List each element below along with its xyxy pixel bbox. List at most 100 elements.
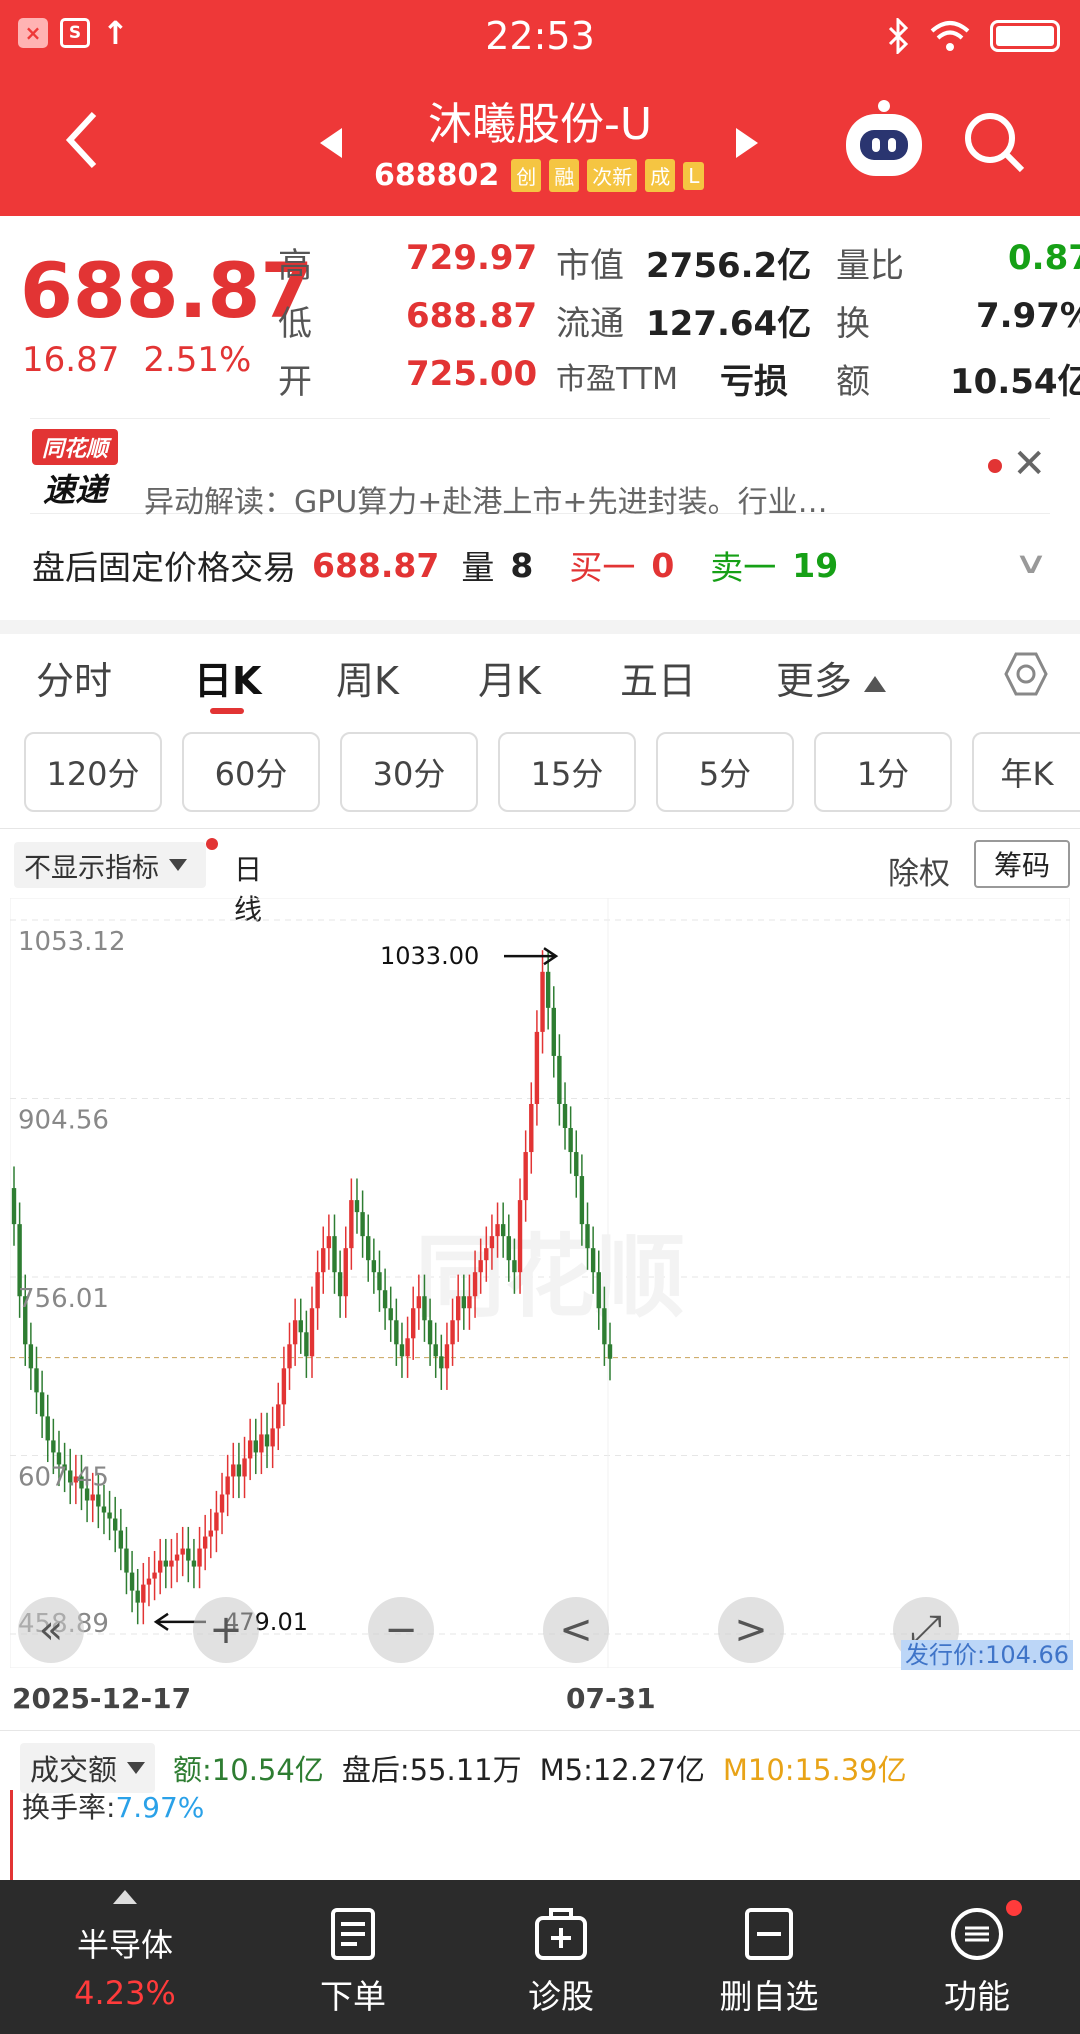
candle-body (585, 1224, 590, 1249)
candle-body (39, 1392, 45, 1417)
bottom-nav: 半导体 4.23% 下单 诊股 删自选 功能 (0, 1880, 1080, 2034)
candle-body (259, 1434, 264, 1453)
candle-body (157, 1560, 163, 1573)
candle-body (360, 1212, 365, 1237)
volume-amount: 额:10.54亿 (173, 1753, 324, 1787)
scroll-right-icon[interactable]: > (718, 1597, 784, 1663)
candle-body (590, 1248, 596, 1273)
candle-body (253, 1440, 258, 1453)
tag-rong: 融 (549, 159, 580, 192)
candle-body (309, 1308, 315, 1357)
candle-body (596, 1272, 601, 1309)
tab-more[interactable]: 更多 (776, 650, 887, 705)
section-gap (0, 620, 1080, 634)
candle-body (113, 1518, 118, 1531)
x-tick-end: 07-31 (566, 1682, 656, 1715)
chips-button[interactable]: 筹码 (974, 840, 1070, 888)
btn-60min[interactable]: 60分 (182, 732, 320, 812)
btn-15min[interactable]: 15分 (498, 732, 636, 812)
tag-cixin: 次新 (587, 159, 638, 192)
assistant-robot-icon[interactable] (846, 100, 922, 176)
candle-body (236, 1464, 242, 1477)
candle-body (101, 1506, 107, 1513)
tab-five-day[interactable]: 五日 (620, 650, 696, 705)
nav-remove-watchlist[interactable]: 删自选 (684, 1880, 854, 2034)
news-banner[interactable]: 同花顺 速递 异动解读：GPU算力+赴港上市+先进封装。行业… ✕ (30, 418, 1050, 520)
btn-1min[interactable]: 1分 (814, 732, 952, 812)
tab-day-k[interactable]: 日K (194, 650, 261, 705)
indicator-select[interactable]: 不显示指标 (14, 842, 206, 888)
candle-body (124, 1548, 129, 1573)
next-stock-icon[interactable] (734, 126, 760, 160)
btn-30min[interactable]: 30分 (340, 732, 478, 812)
y-tick-label: 756.01 (18, 1284, 109, 1314)
candle-body (242, 1458, 247, 1477)
candle-body (551, 1007, 556, 1056)
after-hours-row[interactable]: 盘后固定价格交易 688.87 量 8 买一 0 卖一 19 ∨ (32, 540, 1052, 590)
battery-icon (990, 20, 1060, 52)
candle-body (405, 1338, 410, 1357)
candle-body (607, 1344, 613, 1359)
tab-fenshi[interactable]: 分时 (36, 650, 112, 705)
candle-body (439, 1356, 444, 1369)
candle-body (529, 1103, 534, 1153)
candle-body (416, 1296, 422, 1309)
dropdown-icon (127, 1762, 146, 1774)
ex-rights-toggle[interactable]: 除权 (888, 848, 950, 893)
candle-body (225, 1476, 230, 1495)
zoom-in-icon[interactable]: + (193, 1597, 259, 1663)
change-value: 16.87 (22, 340, 120, 380)
rewind-icon[interactable]: « (18, 1597, 84, 1663)
triangle-up-icon (864, 675, 887, 692)
settings-icon[interactable] (1002, 650, 1050, 698)
y-tick-label: 607.45 (18, 1462, 109, 1492)
candle-body (169, 1560, 174, 1567)
candle-body (135, 1590, 140, 1603)
candle-body (371, 1260, 377, 1273)
btn-120min[interactable]: 120分 (24, 732, 162, 812)
candle-body (455, 1296, 461, 1321)
tab-month-k[interactable]: 月K (478, 650, 541, 705)
candle-body (495, 1224, 500, 1237)
zoom-out-icon[interactable]: − (368, 1597, 434, 1663)
nav-functions[interactable]: 功能 (892, 1880, 1062, 2034)
candle-body (174, 1554, 180, 1561)
scroll-left-icon[interactable]: < (543, 1597, 609, 1663)
indicator-dot (206, 838, 218, 850)
btn-5min[interactable]: 5分 (656, 732, 794, 812)
active-tab-indicator (210, 708, 244, 714)
high-value: 729.97 (406, 238, 538, 278)
candle-body (534, 1031, 540, 1104)
turnover-label: 换 (836, 304, 870, 344)
nav-order[interactable]: 下单 (268, 1880, 438, 2034)
news-text[interactable]: 异动解读：GPU算力+赴港上市+先进封装。行业… (144, 477, 974, 521)
after-hours-label: 盘后固定价格交易 (32, 548, 296, 587)
candle-body (118, 1530, 124, 1549)
candle-body (467, 1296, 472, 1309)
candle-body (349, 1200, 354, 1249)
close-icon[interactable]: ✕ (1012, 441, 1046, 487)
tab-week-k[interactable]: 周K (336, 650, 399, 705)
candle-body (304, 1332, 309, 1357)
candle-body (411, 1308, 416, 1339)
search-icon[interactable] (962, 110, 1026, 174)
chevron-down-icon[interactable]: ∨ (1013, 546, 1048, 581)
candle-body (388, 1308, 393, 1321)
candle-body (191, 1560, 197, 1567)
low-label: 低 (278, 304, 312, 344)
functions-menu-icon (951, 1908, 1003, 1960)
turnover-rate-label: 换手率: (22, 1791, 116, 1824)
candle-body (523, 1152, 528, 1201)
candle-body (107, 1512, 112, 1519)
candle-body (602, 1308, 607, 1345)
candle-body (568, 1128, 573, 1153)
candle-body (506, 1236, 511, 1261)
candle-body (377, 1272, 382, 1291)
sector-button[interactable]: 半导体 4.23% (40, 1880, 210, 2034)
k-chart[interactable]: 同花顺 1053.12904.56756.01607.45458.891033.… (10, 898, 1070, 1668)
btn-year-k[interactable]: 年K (972, 732, 1080, 812)
nav-diagnose[interactable]: 诊股 (476, 1880, 646, 2034)
float-cap-label: 流通 (556, 304, 624, 344)
candle-body (152, 1572, 157, 1579)
unread-dot (988, 459, 1002, 473)
